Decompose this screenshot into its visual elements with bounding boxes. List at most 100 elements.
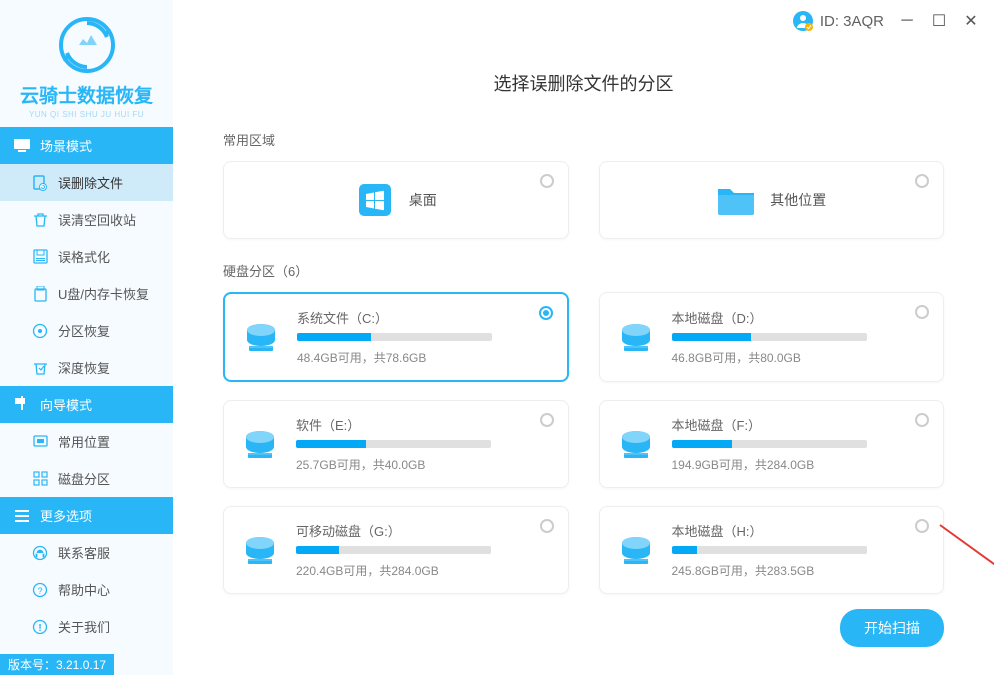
- sidebar-item-recycle-bin[interactable]: 误清空回收站: [0, 201, 173, 238]
- sidebar-item-disk-partition[interactable]: 磁盘分区: [0, 460, 173, 497]
- menu-label: 误删除文件: [58, 173, 123, 192]
- disk-card[interactable]: 本地磁盘（D:） 46.8GB可用，共80.0GB: [599, 292, 945, 382]
- card-desktop[interactable]: 桌面: [223, 161, 569, 239]
- menu-label: 关于我们: [58, 617, 110, 636]
- id-text: ID: 3AQR: [820, 13, 884, 30]
- disk-title: 本地磁盘（H:）: [672, 521, 926, 540]
- logo-icon: [57, 15, 117, 75]
- menu-label: 误清空回收站: [58, 210, 136, 229]
- sidebar-item-about[interactable]: ! 关于我们: [0, 608, 173, 645]
- sidebar-item-partition[interactable]: 分区恢复: [0, 312, 173, 349]
- maximize-button[interactable]: ☐: [930, 12, 948, 30]
- menu-label: 磁盘分区: [58, 469, 110, 488]
- sidebar-item-deleted-files[interactable]: 误删除文件: [0, 164, 173, 201]
- usage-bar: [297, 333, 492, 341]
- recycle-bin-icon: [32, 212, 48, 228]
- disk-stats: 194.9GB可用，共284.0GB: [672, 456, 926, 473]
- sidebar-item-common-location[interactable]: 常用位置: [0, 423, 173, 460]
- deep-scan-icon: [32, 360, 48, 376]
- drive-icon: [242, 532, 278, 568]
- help-icon: ?: [32, 582, 48, 598]
- section-label: 场景模式: [40, 136, 92, 155]
- card-label: 桌面: [409, 190, 437, 210]
- version-label: 版本号：3.21.0.17: [0, 654, 114, 675]
- location-icon: [32, 434, 48, 450]
- info-icon: !: [32, 619, 48, 635]
- disk-title: 可移动磁盘（G:）: [296, 521, 550, 540]
- sidebar-item-contact[interactable]: 联系客服: [0, 534, 173, 571]
- disk-stats: 46.8GB可用，共80.0GB: [672, 349, 926, 366]
- scene-mode-icon: [14, 138, 30, 154]
- card-other-location[interactable]: 其他位置: [599, 161, 945, 239]
- sidebar-item-format[interactable]: 误格式化: [0, 238, 173, 275]
- sidebar-item-help[interactable]: ? 帮助中心: [0, 571, 173, 608]
- file-restore-icon: [32, 175, 48, 191]
- svg-text:?: ?: [37, 586, 42, 596]
- radio-icon: [915, 413, 929, 427]
- radio-icon: [540, 174, 554, 188]
- logo-area: 云骑士数据恢复 YUN QI SHI SHU JU HUI FU: [0, 0, 173, 127]
- radio-icon: [539, 306, 553, 320]
- disk-card[interactable]: 系统文件（C:） 48.4GB可用，共78.6GB: [223, 292, 569, 382]
- usage-bar: [296, 440, 491, 448]
- drive-icon: [242, 426, 278, 462]
- radio-icon: [540, 413, 554, 427]
- menu-label: 常用位置: [58, 432, 110, 451]
- sidebar-item-usb-card[interactable]: U盘/内存卡恢复: [0, 275, 173, 312]
- usage-bar: [672, 333, 867, 341]
- disk-stats: 25.7GB可用，共40.0GB: [296, 456, 550, 473]
- id-badge[interactable]: ID: 3AQR: [792, 10, 884, 32]
- menu-label: U盘/内存卡恢复: [58, 284, 149, 303]
- disk-card[interactable]: 软件（E:） 25.7GB可用，共40.0GB: [223, 400, 569, 488]
- headset-icon: [32, 545, 48, 561]
- close-button[interactable]: ✕: [962, 12, 980, 30]
- section-scene-mode[interactable]: 场景模式: [0, 127, 173, 164]
- menu-label: 分区恢复: [58, 321, 110, 340]
- folder-icon: [716, 180, 756, 220]
- disk-title: 本地磁盘（F:）: [672, 415, 926, 434]
- disk-stats: 245.8GB可用，共283.5GB: [672, 562, 926, 579]
- minimize-button[interactable]: ─: [898, 12, 916, 30]
- drive-icon: [618, 319, 654, 355]
- drive-icon: [243, 319, 279, 355]
- section-label: 更多选项: [40, 506, 92, 525]
- section-more-options[interactable]: 更多选项: [0, 497, 173, 534]
- sidebar-item-deep[interactable]: 深度恢复: [0, 349, 173, 386]
- usage-bar: [672, 440, 867, 448]
- partition-icon: [32, 323, 48, 339]
- menu-label: 误格式化: [58, 247, 110, 266]
- disk-card[interactable]: 本地磁盘（F:） 194.9GB可用，共284.0GB: [599, 400, 945, 488]
- section-label: 向导模式: [40, 395, 92, 414]
- radio-icon: [915, 174, 929, 188]
- common-area-label: 常用区域: [223, 130, 944, 149]
- usb-card-icon: [32, 286, 48, 302]
- disk-partition-label: 硬盘分区（6）: [223, 261, 944, 280]
- radio-icon: [915, 305, 929, 319]
- user-id-icon: [792, 10, 814, 32]
- card-label: 其他位置: [770, 190, 826, 210]
- disk-card[interactable]: 可移动磁盘（G:） 220.4GB可用，共284.0GB: [223, 506, 569, 594]
- disk-title: 系统文件（C:）: [297, 308, 549, 327]
- drive-icon: [618, 532, 654, 568]
- wizard-mode-icon: [14, 397, 30, 413]
- disk-stats: 48.4GB可用，共78.6GB: [297, 349, 549, 366]
- titlebar: ID: 3AQR ─ ☐ ✕: [792, 10, 980, 32]
- radio-icon: [915, 519, 929, 533]
- disk-card[interactable]: 本地磁盘（H:） 245.8GB可用，共283.5GB: [599, 506, 945, 594]
- usage-bar: [672, 546, 867, 554]
- page-title: 选择误删除文件的分区: [223, 70, 944, 96]
- logo-title: 云骑士数据恢复: [0, 81, 173, 108]
- start-scan-button[interactable]: 开始扫描: [840, 609, 944, 647]
- usage-bar: [296, 546, 491, 554]
- radio-icon: [540, 519, 554, 533]
- svg-text:!: !: [38, 623, 41, 634]
- drive-icon: [618, 426, 654, 462]
- floppy-icon: [32, 249, 48, 265]
- disk-title: 本地磁盘（D:）: [672, 308, 926, 327]
- disk-title: 软件（E:）: [296, 415, 550, 434]
- menu-label: 帮助中心: [58, 580, 110, 599]
- section-wizard-mode[interactable]: 向导模式: [0, 386, 173, 423]
- logo-subtitle: YUN QI SHI SHU JU HUI FU: [0, 110, 173, 119]
- sidebar: 云骑士数据恢复 YUN QI SHI SHU JU HUI FU 场景模式 误删…: [0, 0, 173, 675]
- windows-icon: [355, 180, 395, 220]
